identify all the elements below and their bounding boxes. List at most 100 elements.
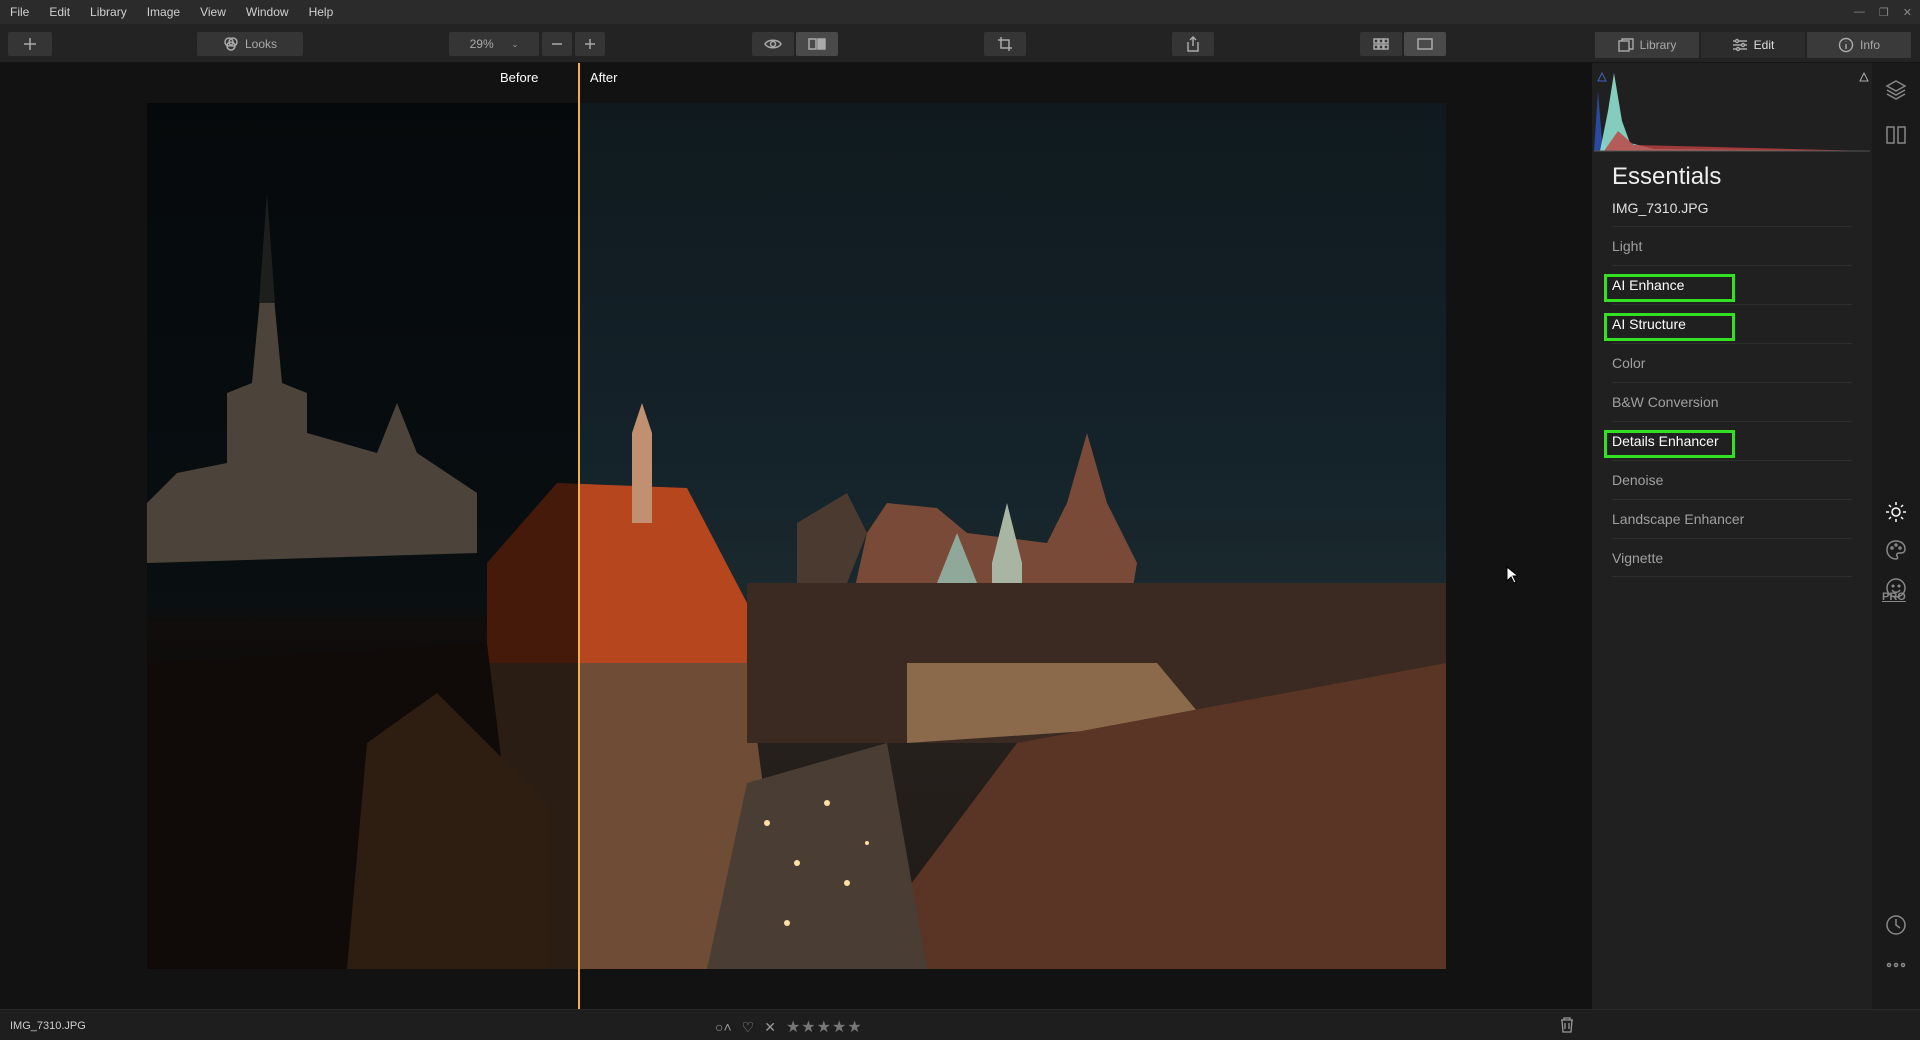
crop-icon	[998, 37, 1012, 51]
tab-library-label: Library	[1639, 38, 1677, 52]
tool-label: B&W Conversion	[1612, 394, 1719, 410]
more-button[interactable]	[1884, 953, 1908, 977]
zoom-select[interactable]: 29% ⌄	[449, 32, 539, 56]
layers-button[interactable]	[1884, 78, 1908, 102]
single-view-button[interactable]	[1404, 32, 1446, 56]
mouse-cursor-icon	[1506, 566, 1518, 584]
after-label: After	[590, 70, 618, 85]
looks-icon	[224, 37, 238, 51]
color-label-icon[interactable]: ○˄	[715, 1019, 732, 1035]
mode-tabs: Library Edit Info	[1595, 32, 1911, 58]
tool-label: Denoise	[1612, 472, 1664, 488]
highlight-box	[1604, 313, 1735, 341]
tool-details-enhancer[interactable]: Details Enhancer	[1604, 421, 1852, 460]
tool-list: Light AI Enhance AI Structure Color B&W …	[1604, 226, 1852, 577]
shadow-clipping-icon[interactable]	[1597, 71, 1607, 82]
panel-filename: IMG_7310.JPG	[1612, 200, 1709, 216]
menu-image[interactable]: Image	[137, 5, 190, 19]
history-button[interactable]	[1884, 913, 1908, 937]
essentials-button[interactable]	[1884, 500, 1908, 524]
heart-icon[interactable]: ♡	[742, 1019, 755, 1036]
tool-ai-structure[interactable]: AI Structure	[1604, 304, 1852, 343]
compare-button[interactable]	[796, 32, 838, 56]
plus-icon	[24, 38, 36, 50]
tab-edit[interactable]: Edit	[1701, 32, 1805, 58]
layers-icon	[1885, 80, 1907, 100]
image-viewer[interactable]: Before After	[0, 63, 1592, 1009]
minus-icon	[552, 43, 562, 45]
looks-label: Looks	[244, 37, 278, 51]
eye-icon	[764, 39, 782, 49]
tool-ai-enhance[interactable]: AI Enhance	[1604, 265, 1852, 304]
star-rating[interactable]: ★★★★★	[786, 1017, 863, 1037]
sliders-icon	[1732, 38, 1747, 52]
toolbar: Looks 29% ⌄ Library Edit Info	[0, 24, 1920, 63]
close-icon[interactable]: ✕	[1903, 6, 1912, 19]
palette-icon	[1886, 540, 1906, 560]
maximize-icon[interactable]: ❐	[1879, 6, 1889, 19]
zoom-out-button[interactable]	[542, 32, 572, 56]
panel-title: Essentials	[1612, 163, 1722, 190]
before-label: Before	[500, 70, 539, 85]
highlight-clipping-icon[interactable]	[1859, 71, 1869, 82]
presets-button[interactable]	[1884, 123, 1908, 147]
essentials-panel: Essentials IMG_7310.JPG Light AI Enhance…	[1592, 63, 1872, 1009]
before-overlay	[147, 103, 579, 969]
panel-icon-strip: PRO	[1872, 63, 1920, 1009]
zoom-value: 29%	[469, 37, 494, 51]
tool-bw-conversion[interactable]: B&W Conversion	[1612, 382, 1852, 421]
status-filename: IMG_7310.JPG	[10, 1020, 86, 1032]
grid-view-button[interactable]	[1360, 32, 1402, 56]
more-icon	[1886, 962, 1906, 968]
window-controls: — ❐ ✕	[1854, 0, 1912, 24]
split-view-icon	[808, 38, 826, 50]
plus-icon	[585, 39, 595, 49]
status-bar: IMG_7310.JPG ○˄ ♡ ✕ ★★★★★	[0, 1009, 1920, 1040]
sun-icon	[1886, 502, 1906, 522]
menu-library[interactable]: Library	[80, 5, 137, 19]
share-icon	[1187, 36, 1199, 52]
zoom-in-button[interactable]	[575, 32, 605, 56]
tab-library[interactable]: Library	[1595, 32, 1699, 58]
tool-color[interactable]: Color	[1612, 343, 1852, 382]
histogram	[1594, 71, 1870, 152]
preview-button[interactable]	[752, 32, 794, 56]
minimize-icon[interactable]: —	[1854, 6, 1865, 18]
reject-icon[interactable]: ✕	[764, 1019, 776, 1036]
tool-light[interactable]: Light	[1612, 226, 1852, 265]
trash-icon[interactable]	[1560, 1017, 1574, 1033]
creative-button[interactable]	[1884, 538, 1908, 562]
add-button[interactable]	[8, 32, 52, 56]
rating-controls: ○˄ ♡ ✕ ★★★★★	[715, 1017, 863, 1037]
menu-window[interactable]: Window	[236, 5, 299, 19]
library-icon	[1617, 38, 1634, 52]
tool-label: Landscape Enhancer	[1612, 511, 1745, 527]
single-image-icon	[1417, 38, 1433, 50]
menu-bar: File Edit Library Image View Window Help…	[0, 0, 1920, 24]
highlight-box	[1604, 274, 1735, 302]
info-icon	[1838, 37, 1854, 53]
presets-icon	[1886, 126, 1906, 144]
crop-button[interactable]	[984, 32, 1026, 56]
tab-info[interactable]: Info	[1807, 32, 1911, 58]
grid-icon	[1373, 38, 1389, 50]
tool-denoise[interactable]: Denoise	[1612, 460, 1852, 499]
looks-button[interactable]: Looks	[197, 32, 303, 56]
clock-icon	[1886, 915, 1906, 935]
tool-landscape-enhancer[interactable]: Landscape Enhancer	[1612, 499, 1852, 538]
tab-edit-label: Edit	[1753, 38, 1775, 52]
compare-split-handle[interactable]	[578, 63, 580, 1009]
tool-label: Vignette	[1612, 549, 1664, 566]
menu-view[interactable]: View	[190, 5, 236, 19]
tool-vignette[interactable]: Vignette	[1612, 538, 1852, 577]
highlight-box	[1604, 430, 1735, 458]
share-button[interactable]	[1172, 32, 1214, 56]
photo-canvas[interactable]	[147, 103, 1446, 969]
menu-edit[interactable]: Edit	[39, 5, 80, 19]
menu-file[interactable]: File	[0, 5, 39, 19]
pro-button[interactable]: PRO	[1882, 591, 1906, 603]
tool-label: Color	[1612, 355, 1646, 371]
menu-help[interactable]: Help	[299, 5, 344, 19]
tab-info-label: Info	[1859, 38, 1880, 52]
chevron-down-icon: ⌄	[511, 39, 519, 49]
